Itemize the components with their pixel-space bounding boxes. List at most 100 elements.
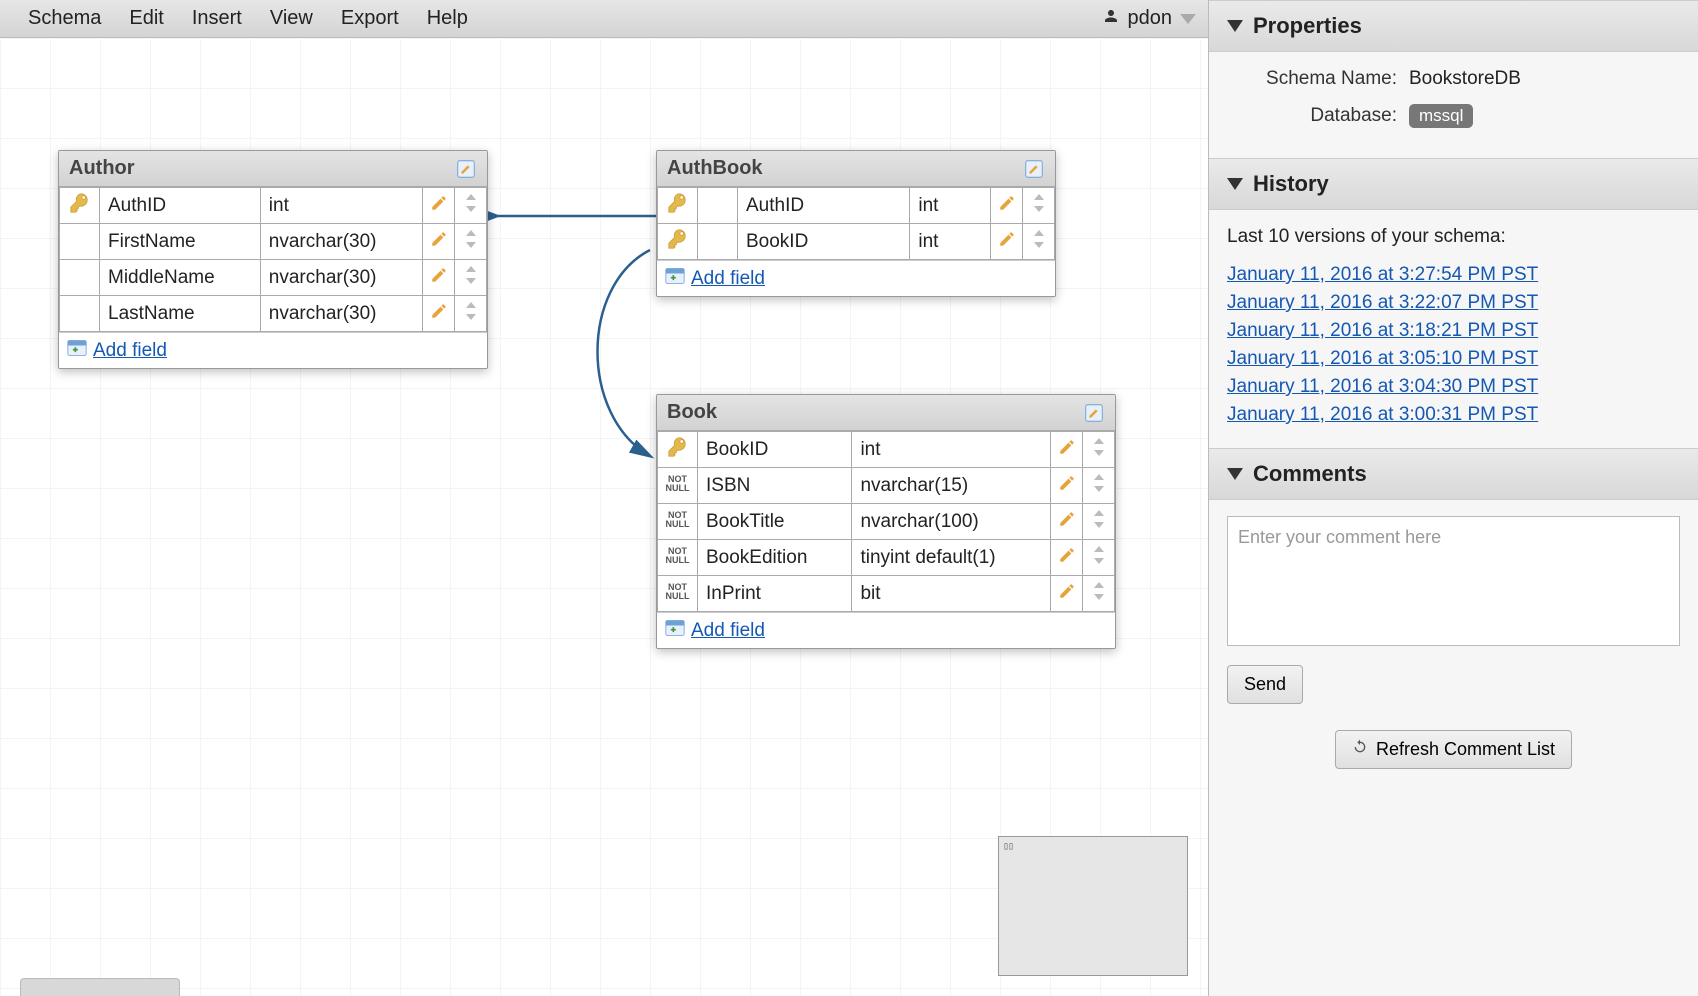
field-type: int <box>852 432 1051 468</box>
table-row[interactable]: FirstName nvarchar(30) <box>60 224 487 260</box>
section-properties-header[interactable]: Properties <box>1209 0 1698 52</box>
table-row[interactable]: LastName nvarchar(30) <box>60 296 487 332</box>
table-row[interactable]: AuthID int <box>658 188 1055 224</box>
field-type: bit <box>852 576 1051 612</box>
menu-insert[interactable]: Insert <box>192 7 242 30</box>
history-link[interactable]: January 11, 2016 at 3:18:21 PM PST <box>1227 320 1680 342</box>
history-link[interactable]: January 11, 2016 at 3:00:31 PM PST <box>1227 404 1680 426</box>
field-name: BookID <box>738 224 910 260</box>
schema-canvas[interactable]: Author AuthID int FirstName nvarchar(30) <box>0 38 1208 996</box>
primary-key-icon <box>69 198 91 219</box>
section-history-header[interactable]: History <box>1209 158 1698 210</box>
notnull-icon: NOTNULL <box>666 475 690 493</box>
add-field-button[interactable]: Add field <box>59 332 487 368</box>
footer-tab[interactable] <box>20 978 180 996</box>
field-list: AuthID int FirstName nvarchar(30) Middle… <box>59 187 487 332</box>
primary-key-icon <box>667 198 689 219</box>
table-row[interactable]: NOTNULL BookEdition tinyint default(1) <box>658 540 1115 576</box>
field-type: nvarchar(100) <box>852 504 1051 540</box>
edit-field-icon[interactable] <box>998 196 1016 217</box>
user-icon <box>1102 7 1120 30</box>
edit-field-icon[interactable] <box>430 268 448 289</box>
table-row[interactable]: MiddleName nvarchar(30) <box>60 260 487 296</box>
table-author[interactable]: Author AuthID int FirstName nvarchar(30) <box>58 150 488 369</box>
table-header-author[interactable]: Author <box>59 151 487 187</box>
section-title: History <box>1253 171 1329 197</box>
history-link[interactable]: January 11, 2016 at 3:04:30 PM PST <box>1227 376 1680 398</box>
user-menu[interactable]: pdon <box>1102 7 1197 30</box>
edit-field-icon[interactable] <box>430 304 448 325</box>
reorder-icon[interactable] <box>465 302 477 326</box>
edit-field-icon[interactable] <box>1058 476 1076 497</box>
minimap-marker-icon: ▯▯ <box>1003 841 1013 852</box>
history-link[interactable]: January 11, 2016 at 3:05:10 PM PST <box>1227 348 1680 370</box>
edit-table-icon[interactable] <box>1083 402 1105 424</box>
comment-input[interactable] <box>1227 516 1680 646</box>
section-properties-body: Schema Name: BookstoreDB Database: mssql <box>1209 52 1698 158</box>
menu-export[interactable]: Export <box>341 7 399 30</box>
section-comments-body: Send Refresh Comment List <box>1209 500 1698 785</box>
add-field-button[interactable]: Add field <box>657 260 1055 296</box>
refresh-comments-button[interactable]: Refresh Comment List <box>1335 730 1572 769</box>
reorder-icon[interactable] <box>1033 230 1045 254</box>
table-row[interactable]: AuthID int <box>60 188 487 224</box>
section-comments-header[interactable]: Comments <box>1209 448 1698 500</box>
edit-field-icon[interactable] <box>1058 584 1076 605</box>
add-field-button[interactable]: Add field <box>657 612 1115 648</box>
reorder-icon[interactable] <box>465 230 477 254</box>
edit-field-icon[interactable] <box>1058 548 1076 569</box>
table-header-book[interactable]: Book <box>657 395 1115 431</box>
reorder-icon[interactable] <box>465 194 477 218</box>
field-name: LastName <box>100 296 261 332</box>
send-button[interactable]: Send <box>1227 665 1303 704</box>
history-lead: Last 10 versions of your schema: <box>1227 226 1680 248</box>
table-authbook[interactable]: AuthBook AuthID int BookID int <box>656 150 1056 297</box>
notnull-icon: NOTNULL <box>666 547 690 565</box>
reorder-icon[interactable] <box>1093 582 1105 606</box>
notnull-icon: NOTNULL <box>666 583 690 601</box>
table-row[interactable]: BookID int <box>658 224 1055 260</box>
edit-field-icon[interactable] <box>1058 440 1076 461</box>
section-title: Comments <box>1253 461 1367 487</box>
edit-field-icon[interactable] <box>430 196 448 217</box>
menu-schema[interactable]: Schema <box>28 7 101 30</box>
menu-help[interactable]: Help <box>427 7 468 30</box>
table-header-authbook[interactable]: AuthBook <box>657 151 1055 187</box>
reorder-icon[interactable] <box>1093 546 1105 570</box>
menu-view[interactable]: View <box>270 7 313 30</box>
edit-table-icon[interactable] <box>455 158 477 180</box>
reorder-icon[interactable] <box>1093 438 1105 462</box>
table-book[interactable]: Book BookID int NOTNULL ISBN nvarchar(15… <box>656 394 1116 649</box>
field-name: InPrint <box>698 576 852 612</box>
reorder-icon[interactable] <box>1033 194 1045 218</box>
edit-table-icon[interactable] <box>1023 158 1045 180</box>
side-panel: Properties Schema Name: BookstoreDB Data… <box>1208 0 1698 996</box>
notnull-icon: NOTNULL <box>666 511 690 529</box>
edit-field-icon[interactable] <box>430 232 448 253</box>
refresh-label: Refresh Comment List <box>1376 739 1555 760</box>
history-link[interactable]: January 11, 2016 at 3:27:54 PM PST <box>1227 264 1680 286</box>
field-type: int <box>910 188 991 224</box>
add-field-label: Add field <box>691 620 765 642</box>
minimap[interactable]: ▯▯ <box>998 836 1188 976</box>
reorder-icon[interactable] <box>1093 510 1105 534</box>
edit-field-icon[interactable] <box>1058 512 1076 533</box>
edit-field-icon[interactable] <box>998 232 1016 253</box>
table-row[interactable]: NOTNULL BookTitle nvarchar(100) <box>658 504 1115 540</box>
table-row[interactable]: NOTNULL ISBN nvarchar(15) <box>658 468 1115 504</box>
table-title: Book <box>667 401 717 424</box>
menu-edit[interactable]: Edit <box>129 7 163 30</box>
add-field-icon <box>665 619 685 642</box>
database-label: Database: <box>1227 105 1397 127</box>
menu-bar: Schema Edit Insert View Export Help pdon <box>0 0 1208 38</box>
table-row[interactable]: BookID int <box>658 432 1115 468</box>
field-name: BookTitle <box>698 504 852 540</box>
field-name: BookEdition <box>698 540 852 576</box>
history-link[interactable]: January 11, 2016 at 3:22:07 PM PST <box>1227 292 1680 314</box>
database-value[interactable]: mssql <box>1409 104 1473 128</box>
field-name: ISBN <box>698 468 852 504</box>
reorder-icon[interactable] <box>1093 474 1105 498</box>
reorder-icon[interactable] <box>465 266 477 290</box>
field-type: tinyint default(1) <box>852 540 1051 576</box>
table-row[interactable]: NOTNULL InPrint bit <box>658 576 1115 612</box>
